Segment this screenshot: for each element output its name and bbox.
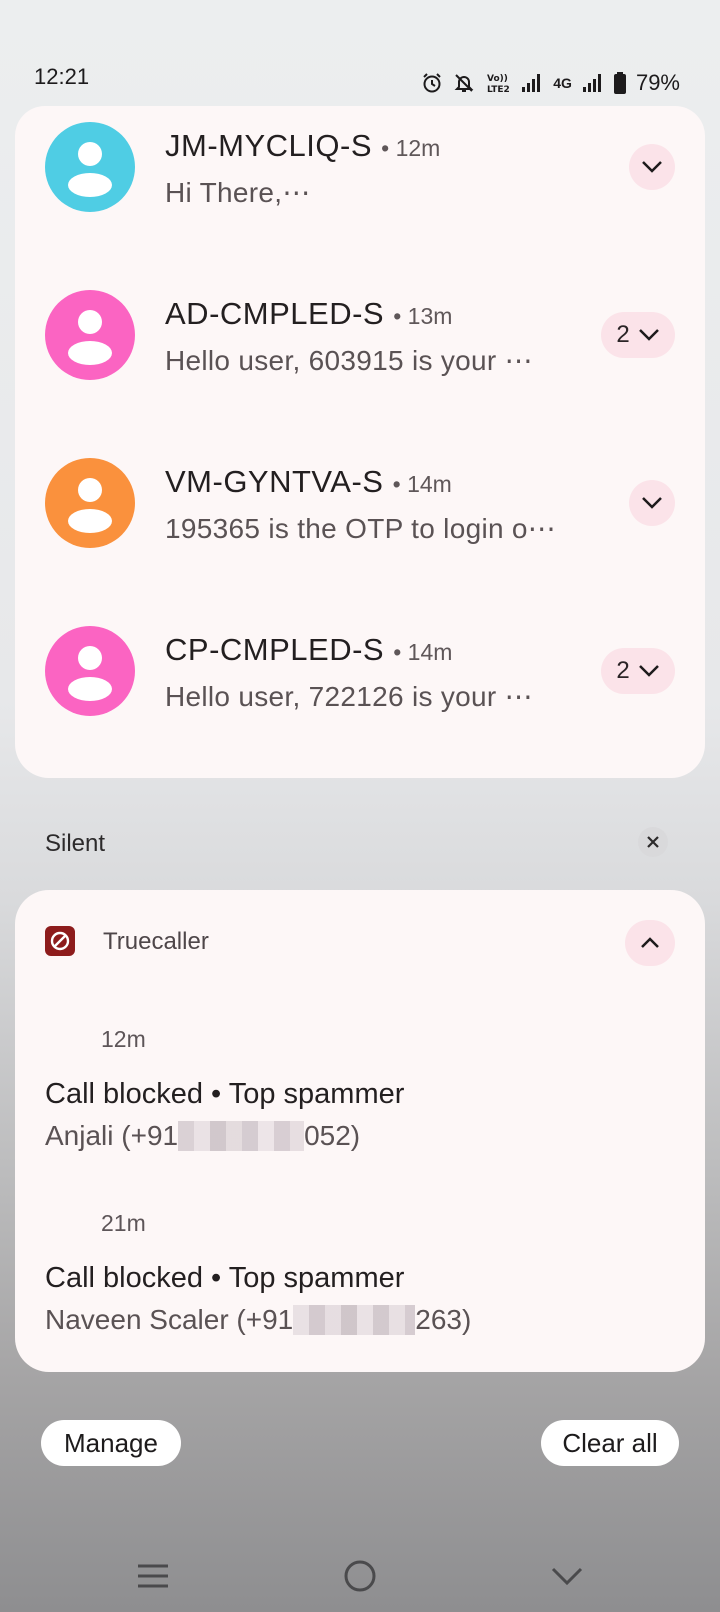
signal-icon	[582, 73, 604, 93]
entry-title: Call blocked • Top spammer	[45, 1262, 405, 1294]
silent-section-label: Silent	[45, 830, 106, 857]
status-bar: 12:21 Vo)) LTE2 4G 79%	[0, 0, 720, 100]
home-button[interactable]	[336, 1552, 384, 1600]
navigation-bar	[0, 1540, 720, 1610]
block-icon	[45, 926, 75, 956]
redacted-number	[178, 1121, 305, 1151]
home-icon	[344, 1560, 376, 1592]
expand-button[interactable]: 2	[601, 648, 675, 694]
notification-time: • 13m	[393, 303, 453, 329]
notification-sender: CP-CMPLED-S • 14m	[165, 632, 453, 667]
notification-item[interactable]: AD-CMPLED-S • 13m Hello user, 603915 is …	[15, 274, 705, 424]
clear-all-button[interactable]: Clear all	[541, 1420, 679, 1466]
truecaller-notification-card[interactable]: Truecaller 12m Call blocked • Top spamme…	[15, 890, 705, 1372]
notification-item[interactable]: JM-MYCLIQ-S • 12m Hi There,⋯	[15, 106, 705, 256]
contact-avatar-icon	[45, 626, 135, 716]
chevron-down-icon	[638, 665, 659, 677]
network-type: 4G	[553, 75, 572, 91]
redacted-number	[293, 1305, 416, 1335]
signal-icon	[521, 73, 543, 93]
entry-title: Call blocked • Top spammer	[45, 1078, 405, 1110]
notification-snippet: 195365 is the OTP to login o⋯	[165, 513, 557, 544]
notification-time: • 14m	[392, 471, 452, 497]
volte-icon: Vo)) LTE2	[485, 72, 511, 94]
close-icon	[647, 836, 659, 848]
notification-snippet: Hi There,⋯	[165, 177, 311, 208]
chevron-down-icon	[642, 497, 662, 509]
expand-button[interactable]	[629, 480, 675, 526]
chevron-down-icon	[638, 329, 659, 341]
notification-sender: AD-CMPLED-S • 13m	[165, 296, 453, 331]
clock: 12:21	[34, 64, 90, 89]
notification-item[interactable]: VM-GYNTVA-S • 14m 195365 is the OTP to l…	[15, 442, 705, 592]
contact-avatar-icon	[45, 290, 135, 380]
back-chevron-icon	[551, 1567, 583, 1586]
svg-text:LTE2: LTE2	[487, 85, 510, 94]
entry-time: 21m	[101, 1210, 146, 1236]
avatar-bg	[45, 122, 135, 212]
notification-item[interactable]: CP-CMPLED-S • 14m Hello user, 722126 is …	[15, 610, 705, 760]
mute-bell-icon	[453, 72, 475, 94]
alarm-icon	[421, 72, 443, 94]
notification-sender: JM-MYCLIQ-S • 12m	[165, 128, 441, 163]
message-count: 2	[616, 321, 630, 348]
message-count: 2	[616, 657, 630, 684]
battery-icon	[613, 72, 626, 94]
chevron-up-icon	[641, 937, 659, 948]
manage-button[interactable]: Manage	[41, 1420, 181, 1466]
recents-button[interactable]	[129, 1552, 177, 1600]
notification-time: • 14m	[393, 639, 453, 665]
contact-avatar-icon	[45, 122, 135, 212]
expand-button[interactable]: 2	[601, 312, 675, 358]
app-name: Truecaller	[103, 928, 209, 955]
entry-caller: Anjali (+91 052)	[45, 1120, 361, 1151]
chevron-down-icon	[642, 161, 662, 173]
conversation-notifications-card: JM-MYCLIQ-S • 12m Hi There,⋯ AD-CMPLED-S…	[15, 106, 705, 778]
status-icons: Vo)) LTE2 4G 79%	[421, 70, 680, 96]
back-button[interactable]	[543, 1552, 591, 1600]
notification-sender: VM-GYNTVA-S • 14m	[165, 464, 452, 499]
notification-snippet: Hello user, 722126 is your ⋯	[165, 681, 533, 712]
expand-button[interactable]	[629, 144, 675, 190]
svg-text:Vo)): Vo))	[487, 74, 508, 84]
dismiss-silent-button[interactable]	[638, 827, 668, 857]
menu-icon	[138, 1564, 168, 1588]
battery-percent: 79%	[635, 70, 680, 95]
notification-time: • 12m	[381, 135, 441, 161]
collapse-button[interactable]	[625, 920, 675, 966]
entry-time: 12m	[101, 1026, 146, 1052]
notification-snippet: Hello user, 603915 is your ⋯	[165, 345, 533, 376]
contact-avatar-icon	[45, 458, 135, 548]
entry-caller: Naveen Scaler (+91 263)	[45, 1304, 472, 1335]
